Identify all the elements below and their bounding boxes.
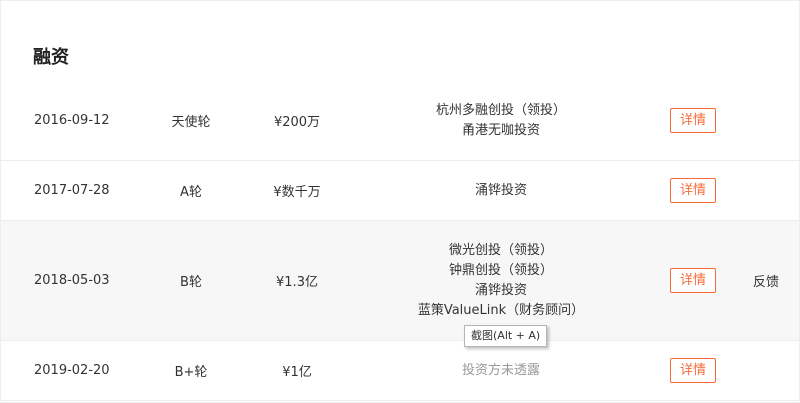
table-row: 2016-09-12 天使轮 ¥200万 杭州多融创投（领投） 甬港无咖投资 详… bbox=[1, 81, 799, 161]
row-date: 2019-02-20 bbox=[34, 363, 110, 378]
investor-link[interactable]: 杭州多融创投（领投） bbox=[436, 101, 566, 121]
row-round: B+轮 bbox=[174, 365, 208, 380]
row-round: 天使轮 bbox=[171, 115, 211, 130]
investor-link[interactable]: 钟鼎创投（领投） bbox=[449, 261, 553, 281]
investors-undisclosed: 投资方未透露 bbox=[461, 362, 540, 378]
detail-button[interactable]: 详情 bbox=[670, 108, 716, 133]
investor-link[interactable]: 蓝策ValueLink（财务顾问） bbox=[418, 301, 584, 321]
financing-panel: 融资 2016-09-12 天使轮 ¥200万 杭州多融创投（领投） 甬港无咖投… bbox=[0, 0, 800, 403]
investor-link[interactable]: 涌铧投资 bbox=[475, 181, 527, 201]
row-investors: 投资方未透露 bbox=[391, 341, 611, 400]
detail-button[interactable]: 详情 bbox=[670, 268, 716, 293]
investor-link[interactable]: 涌铧投资 bbox=[475, 281, 527, 301]
row-investors: 微光创投（领投） 钟鼎创投（领投） 涌铧投资 蓝策ValueLink（财务顾问） bbox=[391, 221, 611, 340]
row-amount: ¥1.3亿 bbox=[276, 275, 318, 290]
row-detail-cell: 详情 bbox=[670, 221, 730, 340]
row-round: A轮 bbox=[180, 185, 202, 200]
row-detail-cell: 详情 bbox=[670, 341, 730, 400]
feedback-link[interactable]: 反馈 bbox=[753, 221, 793, 340]
detail-button[interactable]: 详情 bbox=[670, 178, 716, 203]
row-date: 2018-05-03 bbox=[34, 273, 110, 288]
row-detail-cell: 详情 bbox=[670, 161, 730, 220]
row-date: 2016-09-12 bbox=[34, 113, 110, 128]
row-investors: 涌铧投资 bbox=[391, 161, 611, 220]
row-amount: ¥200万 bbox=[273, 115, 321, 130]
investor-link[interactable]: 甬港无咖投资 bbox=[462, 121, 540, 141]
row-detail-cell: 详情 bbox=[670, 81, 730, 160]
table-row: 2018-05-03 B轮 ¥1.3亿 微光创投（领投） 钟鼎创投（领投） 涌铧… bbox=[1, 221, 799, 341]
detail-button[interactable]: 详情 bbox=[670, 358, 716, 383]
row-investors: 杭州多融创投（领投） 甬港无咖投资 bbox=[391, 81, 611, 160]
row-amount: ¥数千万 bbox=[273, 185, 321, 200]
investor-link[interactable]: 微光创投（领投） bbox=[449, 241, 553, 261]
row-round: B轮 bbox=[180, 275, 202, 290]
screenshot-tooltip: 截图(Alt + A) bbox=[464, 325, 548, 347]
table-row: 2017-07-28 A轮 ¥数千万 涌铧投资 详情 bbox=[1, 161, 799, 221]
row-date: 2017-07-28 bbox=[34, 183, 110, 198]
table-row: 2019-02-20 B+轮 ¥1亿 投资方未透露 详情 bbox=[1, 341, 799, 401]
section-title: 融资 bbox=[33, 47, 69, 68]
row-amount: ¥1亿 bbox=[282, 365, 312, 380]
